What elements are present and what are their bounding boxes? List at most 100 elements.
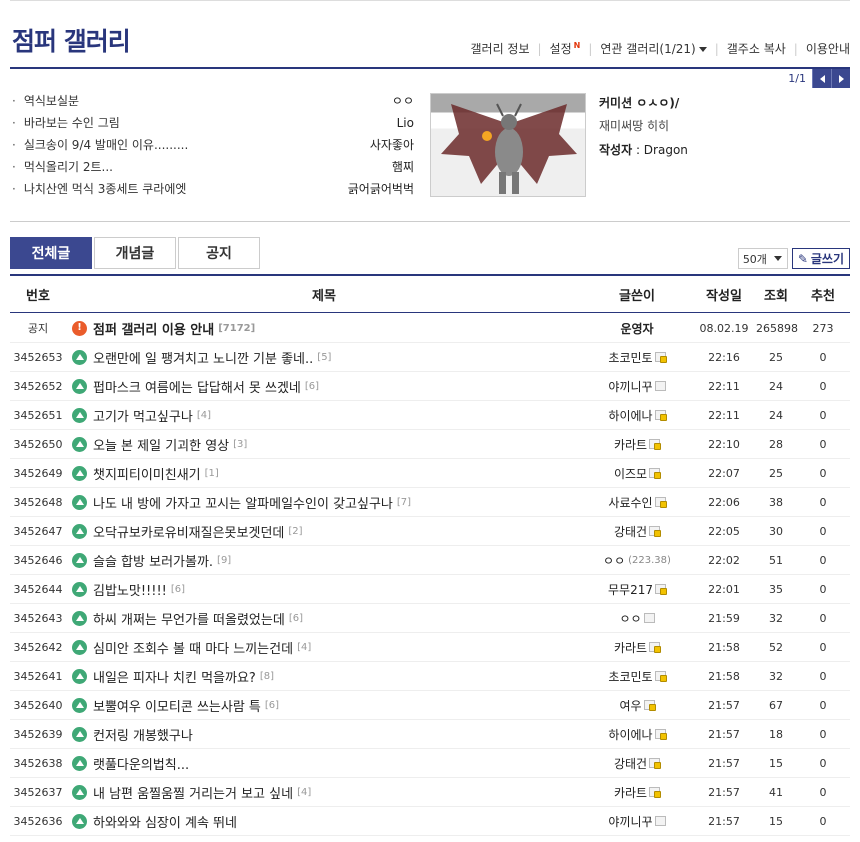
reply-count[interactable]: [8] — [260, 671, 274, 682]
tab-all[interactable]: 전체글 — [10, 237, 92, 269]
table-row[interactable]: 3452637 내 남편 움찔움찔 거리는거 보고 싶네 [4] 카라트 21:57 41… — [10, 778, 850, 807]
post-writer[interactable]: 사료수인 — [582, 494, 692, 511]
post-writer[interactable]: 카라트 — [582, 436, 692, 453]
gallery-title[interactable]: 점퍼 갤러리 — [12, 22, 131, 58]
post-date: 21:57 — [708, 814, 740, 828]
concept-pager: 1/1 — [788, 69, 850, 88]
gallery-info-link[interactable]: 갤러리 정보 — [470, 40, 529, 57]
post-title[interactable]: 내 남편 움찔움찔 거리는거 보고 싶네 [4] — [66, 783, 582, 802]
post-writer[interactable]: 카라트 — [582, 784, 692, 801]
post-title[interactable]: 펍마스크 여름에는 답답해서 못 쓰겠네 [6] — [66, 377, 582, 396]
post-title[interactable]: 오랜만에 일 팽겨치고 노니깐 기분 좋네.. [5] — [66, 348, 582, 367]
table-row[interactable]: 3452650 오늘 본 제일 기괴한 영상 [3] 카라트 22:10 28 0 — [10, 430, 850, 459]
concept-item[interactable]: 나치산엔 먹식 3종세트 쿠라에엣긁어긁어벅벅 — [10, 178, 414, 200]
reply-count[interactable]: [4] — [297, 642, 311, 653]
post-title[interactable]: 나도 내 방에 가자고 꼬시는 알파메일수인이 갖고싶구나 [7] — [66, 493, 582, 512]
list-count-select[interactable]: 50개 — [737, 248, 788, 269]
post-writer[interactable]: 무무217 — [582, 581, 692, 598]
reply-count[interactable]: [3] — [233, 439, 247, 450]
table-row[interactable]: 3452643 하씨 개쩌는 무언가를 떠올렸었는데 [6] ㅇㅇ 21:59 32 0 — [10, 604, 850, 633]
table-row[interactable]: 3452639 컨저링 개봉했구나 하이에나 21:57 18 0 — [10, 720, 850, 749]
post-title[interactable]: 하와와와 심장이 계속 뛰네 — [66, 812, 582, 831]
table-row[interactable]: 3452638 랫풀다운의법칙... 강태건 21:57 15 0 — [10, 749, 850, 778]
post-writer[interactable]: 초코민토 — [582, 668, 692, 685]
concept-item[interactable]: 먹식올리기 2트...햄찌 — [10, 156, 414, 178]
post-title[interactable]: 고기가 먹고싶구나 [4] — [66, 406, 582, 425]
featured-title[interactable]: 커미션 ㅇㅅㅇ)/ — [599, 92, 688, 114]
post-title[interactable]: 김밥노맛!!!!! [6] — [66, 580, 582, 599]
member-badge-icon — [654, 816, 666, 826]
post-writer[interactable]: 강태건 — [582, 755, 692, 772]
col-date: 작성일 — [706, 288, 742, 304]
post-title[interactable]: 심미안 조회수 볼 때 마다 느끼는건데 [4] — [66, 638, 582, 657]
image-post-icon — [72, 581, 87, 597]
reply-count[interactable]: [9] — [217, 555, 231, 566]
concept-item[interactable]: 역식보실분ㅇㅇ — [10, 90, 414, 112]
post-writer[interactable]: 초코민토 — [582, 349, 692, 366]
tab-notice[interactable]: 공지 — [178, 237, 260, 269]
table-row[interactable]: 3452647 오닥규보카로유비재질은못보겟던데 [2] 강태건 22:05 30 0 — [10, 517, 850, 546]
post-writer[interactable]: 하이에나 — [582, 726, 692, 743]
settings-link[interactable]: 설정 N — [550, 40, 581, 57]
member-badge-icon — [649, 526, 662, 537]
post-writer[interactable]: 이즈모 — [582, 465, 692, 482]
post-writer[interactable]: ㅇㅇ — [582, 610, 692, 627]
prev-page-button[interactable] — [812, 69, 831, 88]
post-recommend: 0 — [819, 727, 827, 741]
post-views: 25 — [769, 466, 783, 480]
reply-count[interactable]: [6] — [305, 381, 319, 392]
post-writer[interactable]: 하이에나 — [582, 407, 692, 424]
image-post-icon — [72, 523, 87, 539]
table-row[interactable]: 3452642 심미안 조회수 볼 때 마다 느끼는건데 [4] 카라트 21:58 52… — [10, 633, 850, 662]
post-title[interactable]: 보뿔여우 이모티콘 쓰는사람 특 [6] — [66, 696, 582, 715]
table-row[interactable]: 3452648 나도 내 방에 가자고 꼬시는 알파메일수인이 갖고싶구나 [7] 사… — [10, 488, 850, 517]
table-row[interactable]: 3452641 내일은 피자나 치킨 먹을까요? [8] 초코민토 21:58 32 0 — [10, 662, 850, 691]
post-title[interactable]: 오늘 본 제일 기괴한 영상 [3] — [66, 435, 582, 454]
featured-subtitle: 재미써땅 히히 — [599, 119, 670, 133]
reply-count[interactable]: [6] — [289, 613, 303, 624]
reply-count[interactable]: [4] — [297, 787, 311, 798]
member-badge-icon — [654, 410, 667, 421]
member-badge-icon — [655, 584, 667, 595]
post-writer[interactable]: ㅇㅇ (223.38) — [582, 552, 692, 569]
table-row[interactable]: 3452651 고기가 먹고싶구나 [4] 하이에나 22:11 24 0 — [10, 401, 850, 430]
usage-guide-link[interactable]: 이용안내 — [806, 40, 850, 57]
reply-count[interactable]: [6] — [265, 700, 279, 711]
write-button[interactable]: ✎ 글쓰기 — [791, 248, 850, 269]
post-title[interactable]: 슬슬 합방 보러가볼까. [9] — [66, 551, 582, 570]
table-row[interactable]: 3452649 챗지피티이미친새기 [1] 이즈모 22:07 25 0 — [10, 459, 850, 488]
concept-item[interactable]: 바라보는 수인 그림Lio — [10, 112, 414, 134]
reply-count[interactable]: [7] — [397, 497, 411, 508]
related-gallery-dropdown[interactable]: 연관 갤러리(1/21) — [600, 40, 707, 57]
reply-count[interactable]: [4] — [197, 410, 211, 421]
reply-count[interactable]: [2] — [288, 526, 302, 537]
notice-row[interactable]: 공지 점퍼 갤러리 이용 안내[7172] 운영자 08.02.19 26589… — [10, 314, 850, 343]
post-writer[interactable]: 강태건 — [582, 523, 692, 540]
reply-count[interactable]: [1] — [205, 468, 219, 479]
table-row[interactable]: 3452644 김밥노맛!!!!! [6] 무무217 22:01 35 0 — [10, 575, 850, 604]
post-title[interactable]: 컨저링 개봉했구나 — [66, 725, 582, 744]
post-writer[interactable]: 여우 — [582, 697, 692, 714]
post-title[interactable]: 내일은 피자나 치킨 먹을까요? [8] — [66, 667, 582, 686]
reply-count[interactable]: [5] — [317, 352, 331, 363]
post-writer[interactable]: 야끼니꾸 — [582, 813, 692, 830]
post-writer[interactable]: 카라트 — [582, 639, 692, 656]
post-writer[interactable]: 야끼니꾸 — [582, 378, 692, 395]
post-date: 21:59 — [708, 611, 740, 625]
table-row[interactable]: 3452652 펍마스크 여름에는 답답해서 못 쓰겠네 [6] 야끼니꾸 22:11 2… — [10, 372, 850, 401]
concept-item[interactable]: 실크송이 9/4 발매인 이유.........사자좋아 — [10, 134, 414, 156]
next-page-button[interactable] — [831, 69, 850, 88]
table-row[interactable]: 3452646 슬슬 합방 보러가볼까. [9] ㅇㅇ (223.38) 22:02 51 0 — [10, 546, 850, 575]
copy-address-link[interactable]: 갤주소 복사 — [727, 40, 786, 57]
post-title[interactable]: 하씨 개쩌는 무언가를 떠올렸었는데 [6] — [66, 609, 582, 628]
tab-concept[interactable]: 개념글 — [94, 237, 176, 269]
post-title[interactable]: 오닥규보카로유비재질은못보겟던데 [2] — [66, 522, 582, 541]
table-row[interactable]: 3452640 보뿔여우 이모티콘 쓰는사람 특 [6] 여우 21:57 67 0 — [10, 691, 850, 720]
post-title[interactable]: 랫풀다운의법칙... — [66, 754, 582, 773]
featured-thumbnail[interactable] — [430, 93, 586, 197]
post-title[interactable]: 챗지피티이미친새기 [1] — [66, 464, 582, 483]
table-row[interactable]: 3452653 오랜만에 일 팽겨치고 노니깐 기분 좋네.. [5] 초코민토 22:… — [10, 343, 850, 372]
table-row[interactable]: 3452636 하와와와 심장이 계속 뛰네 야끼니꾸 21:57 15 0 — [10, 807, 850, 836]
post-number: 3452638 — [13, 756, 63, 770]
reply-count[interactable]: [6] — [171, 584, 185, 595]
